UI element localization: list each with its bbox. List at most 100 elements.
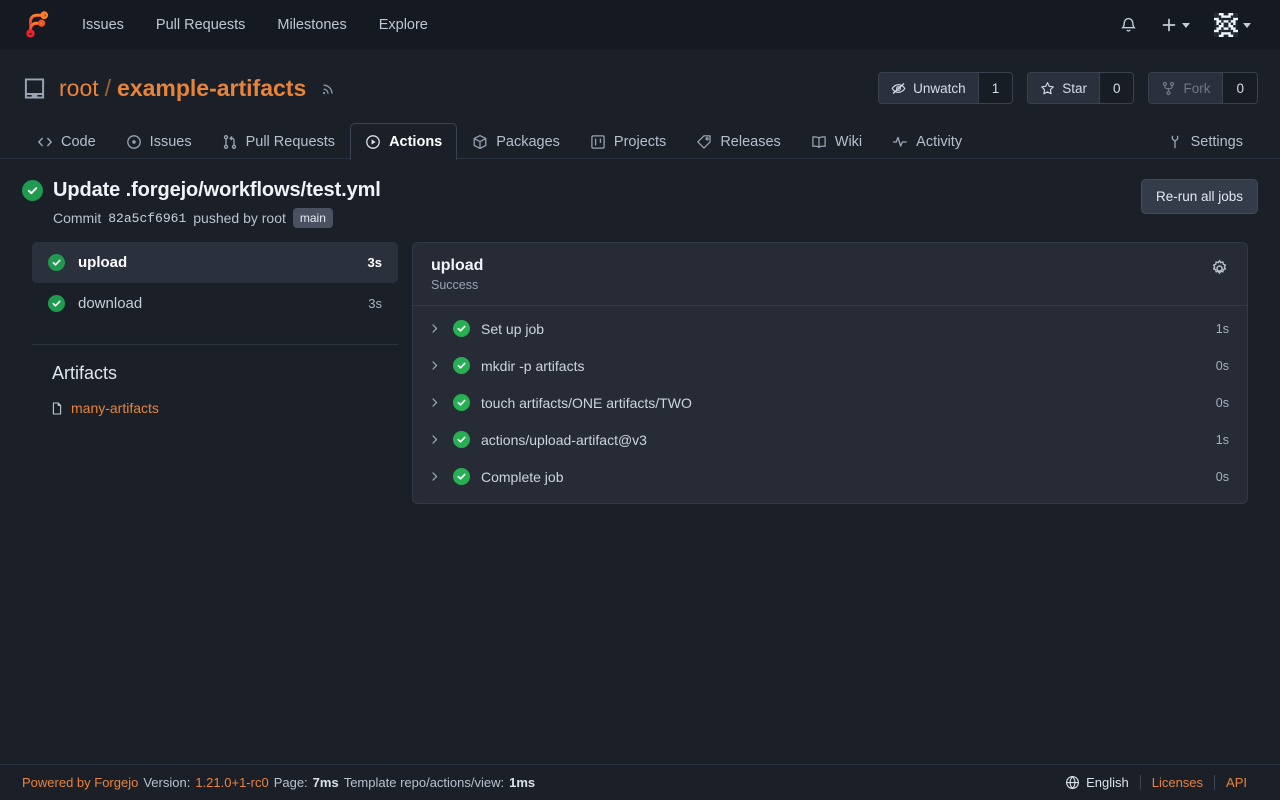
star-count[interactable]: 0 [1099, 73, 1134, 103]
job-steps-list: Set up job 1s mkdir -p artifacts 0s [413, 306, 1247, 503]
repo-book-icon [22, 76, 47, 101]
powered-by-forgejo-link[interactable]: Powered by Forgejo [22, 775, 138, 790]
job-detail-panel: upload Success Set up job 1s [412, 242, 1248, 504]
page-title: Update .forgejo/workflows/test.yml [53, 179, 381, 202]
tab-issues-label: Issues [150, 134, 192, 150]
tab-activity-label: Activity [916, 134, 962, 150]
fork-label: Fork [1183, 81, 1210, 96]
artifact-list-item[interactable]: many-artifacts [32, 384, 398, 424]
play-circle-icon [365, 134, 381, 150]
step-row[interactable]: Complete job 0s [413, 458, 1247, 495]
job-list-sidebar: upload 3s download 3s Artifacts [32, 242, 398, 424]
job-duration: 3s [368, 255, 382, 270]
nav-link-pull-requests[interactable]: Pull Requests [140, 0, 261, 50]
tab-packages-label: Packages [496, 134, 560, 150]
tab-projects-label: Projects [614, 134, 666, 150]
version-value-link[interactable]: 1.21.0+1-rc0 [195, 775, 268, 790]
rss-feed-icon[interactable] [320, 80, 337, 97]
job-item-upload[interactable]: upload 3s [32, 242, 398, 283]
chevron-down-icon [1182, 23, 1190, 28]
nav-link-issues[interactable]: Issues [66, 0, 140, 50]
fork-count[interactable]: 0 [1222, 73, 1257, 103]
licenses-link[interactable]: Licenses [1141, 775, 1214, 790]
tab-code[interactable]: Code [22, 123, 111, 160]
template-label: Template repo/actions/view: [344, 775, 504, 790]
step-name: Complete job [481, 469, 564, 485]
fork-button[interactable]: Fork [1149, 73, 1222, 103]
step-row[interactable]: actions/upload-artifact@v3 1s [413, 421, 1247, 458]
step-duration: 1s [1204, 433, 1229, 447]
tab-code-label: Code [61, 134, 96, 150]
user-menu-button[interactable] [1203, 0, 1262, 50]
breadcrumb-separator: / [105, 75, 111, 102]
step-row[interactable]: touch artifacts/ONE artifacts/TWO 0s [413, 384, 1247, 421]
globe-icon [1065, 775, 1080, 790]
check-icon [453, 431, 470, 448]
api-link[interactable]: API [1215, 775, 1258, 790]
gear-icon[interactable] [1210, 257, 1229, 278]
user-avatar-identicon [1214, 13, 1238, 37]
project-board-icon [590, 134, 606, 150]
file-icon [50, 401, 64, 416]
step-duration: 1s [1204, 322, 1229, 336]
top-navbar: Issues Pull Requests Milestones Explore [0, 0, 1280, 50]
tab-packages[interactable]: Packages [457, 123, 575, 160]
star-button-group[interactable]: Star 0 [1027, 72, 1134, 104]
rerun-all-jobs-button[interactable]: Re-run all jobs [1141, 179, 1258, 214]
repo-name-link[interactable]: example-artifacts [117, 75, 306, 102]
chevron-right-icon [429, 323, 442, 334]
nav-link-explore[interactable]: Explore [363, 0, 444, 50]
job-item-download[interactable]: download 3s [32, 283, 398, 324]
job-panel-header-texts: upload Success [431, 257, 483, 292]
artifacts-heading: Artifacts [32, 345, 398, 384]
check-icon [453, 394, 470, 411]
tab-projects[interactable]: Projects [575, 123, 681, 160]
tag-icon [696, 134, 712, 150]
page-footer: Powered by Forgejo Version: 1.21.0+1-rc0… [0, 764, 1280, 800]
step-duration: 0s [1204, 359, 1229, 373]
star-button[interactable]: Star [1028, 73, 1099, 103]
issue-opened-icon [126, 134, 142, 150]
tab-pull-requests[interactable]: Pull Requests [207, 123, 350, 160]
job-panel-title: upload [431, 257, 483, 275]
forgejo-logo-icon[interactable] [22, 10, 52, 40]
step-row[interactable]: Set up job 1s [413, 310, 1247, 347]
run-title-line: Update .forgejo/workflows/test.yml [22, 179, 381, 202]
watch-count[interactable]: 1 [978, 73, 1013, 103]
run-subtitle: Commit 82a5cf6961 pushed by root main [53, 208, 381, 228]
fork-icon [1161, 81, 1176, 96]
repo-title-row: root / example-artifacts [22, 68, 1258, 108]
chevron-right-icon [429, 471, 442, 482]
check-icon [48, 254, 65, 271]
job-name: upload [78, 254, 127, 271]
fork-button-group[interactable]: Fork 0 [1148, 72, 1258, 104]
tab-releases[interactable]: Releases [681, 123, 795, 160]
page-time-label: Page: [274, 775, 308, 790]
repo-tab-bar: Code Issues Pull Requests Actions [0, 122, 1280, 159]
language-selector[interactable]: English [1065, 775, 1140, 790]
unwatch-label: Unwatch [913, 81, 966, 96]
workflow-run-header: Update .forgejo/workflows/test.yml Commi… [0, 159, 1280, 228]
create-new-button[interactable] [1150, 0, 1201, 50]
repo-action-buttons: Unwatch 1 Star 0 [878, 72, 1258, 104]
commit-sha-link[interactable]: 82a5cf6961 [108, 211, 186, 226]
step-row[interactable]: mkdir -p artifacts 0s [413, 347, 1247, 384]
step-name: touch artifacts/ONE artifacts/TWO [481, 395, 692, 411]
tab-issues[interactable]: Issues [111, 123, 207, 160]
tab-wiki[interactable]: Wiki [796, 123, 877, 160]
artifact-download-link[interactable]: many-artifacts [71, 400, 159, 416]
check-icon [48, 295, 65, 312]
notifications-button[interactable] [1109, 0, 1148, 50]
branch-badge[interactable]: main [293, 208, 333, 228]
chevron-right-icon [429, 397, 442, 408]
unwatch-button[interactable]: Unwatch [879, 73, 978, 103]
tab-activity[interactable]: Activity [877, 123, 977, 160]
watch-button-group[interactable]: Unwatch 1 [878, 72, 1013, 104]
chevron-right-icon [429, 360, 442, 371]
check-icon [453, 320, 470, 337]
tab-settings[interactable]: Settings [1152, 123, 1258, 160]
nav-link-milestones[interactable]: Milestones [261, 0, 362, 50]
repo-owner-link[interactable]: root [59, 75, 99, 102]
package-cube-icon [472, 134, 488, 150]
tab-actions[interactable]: Actions [350, 123, 457, 160]
